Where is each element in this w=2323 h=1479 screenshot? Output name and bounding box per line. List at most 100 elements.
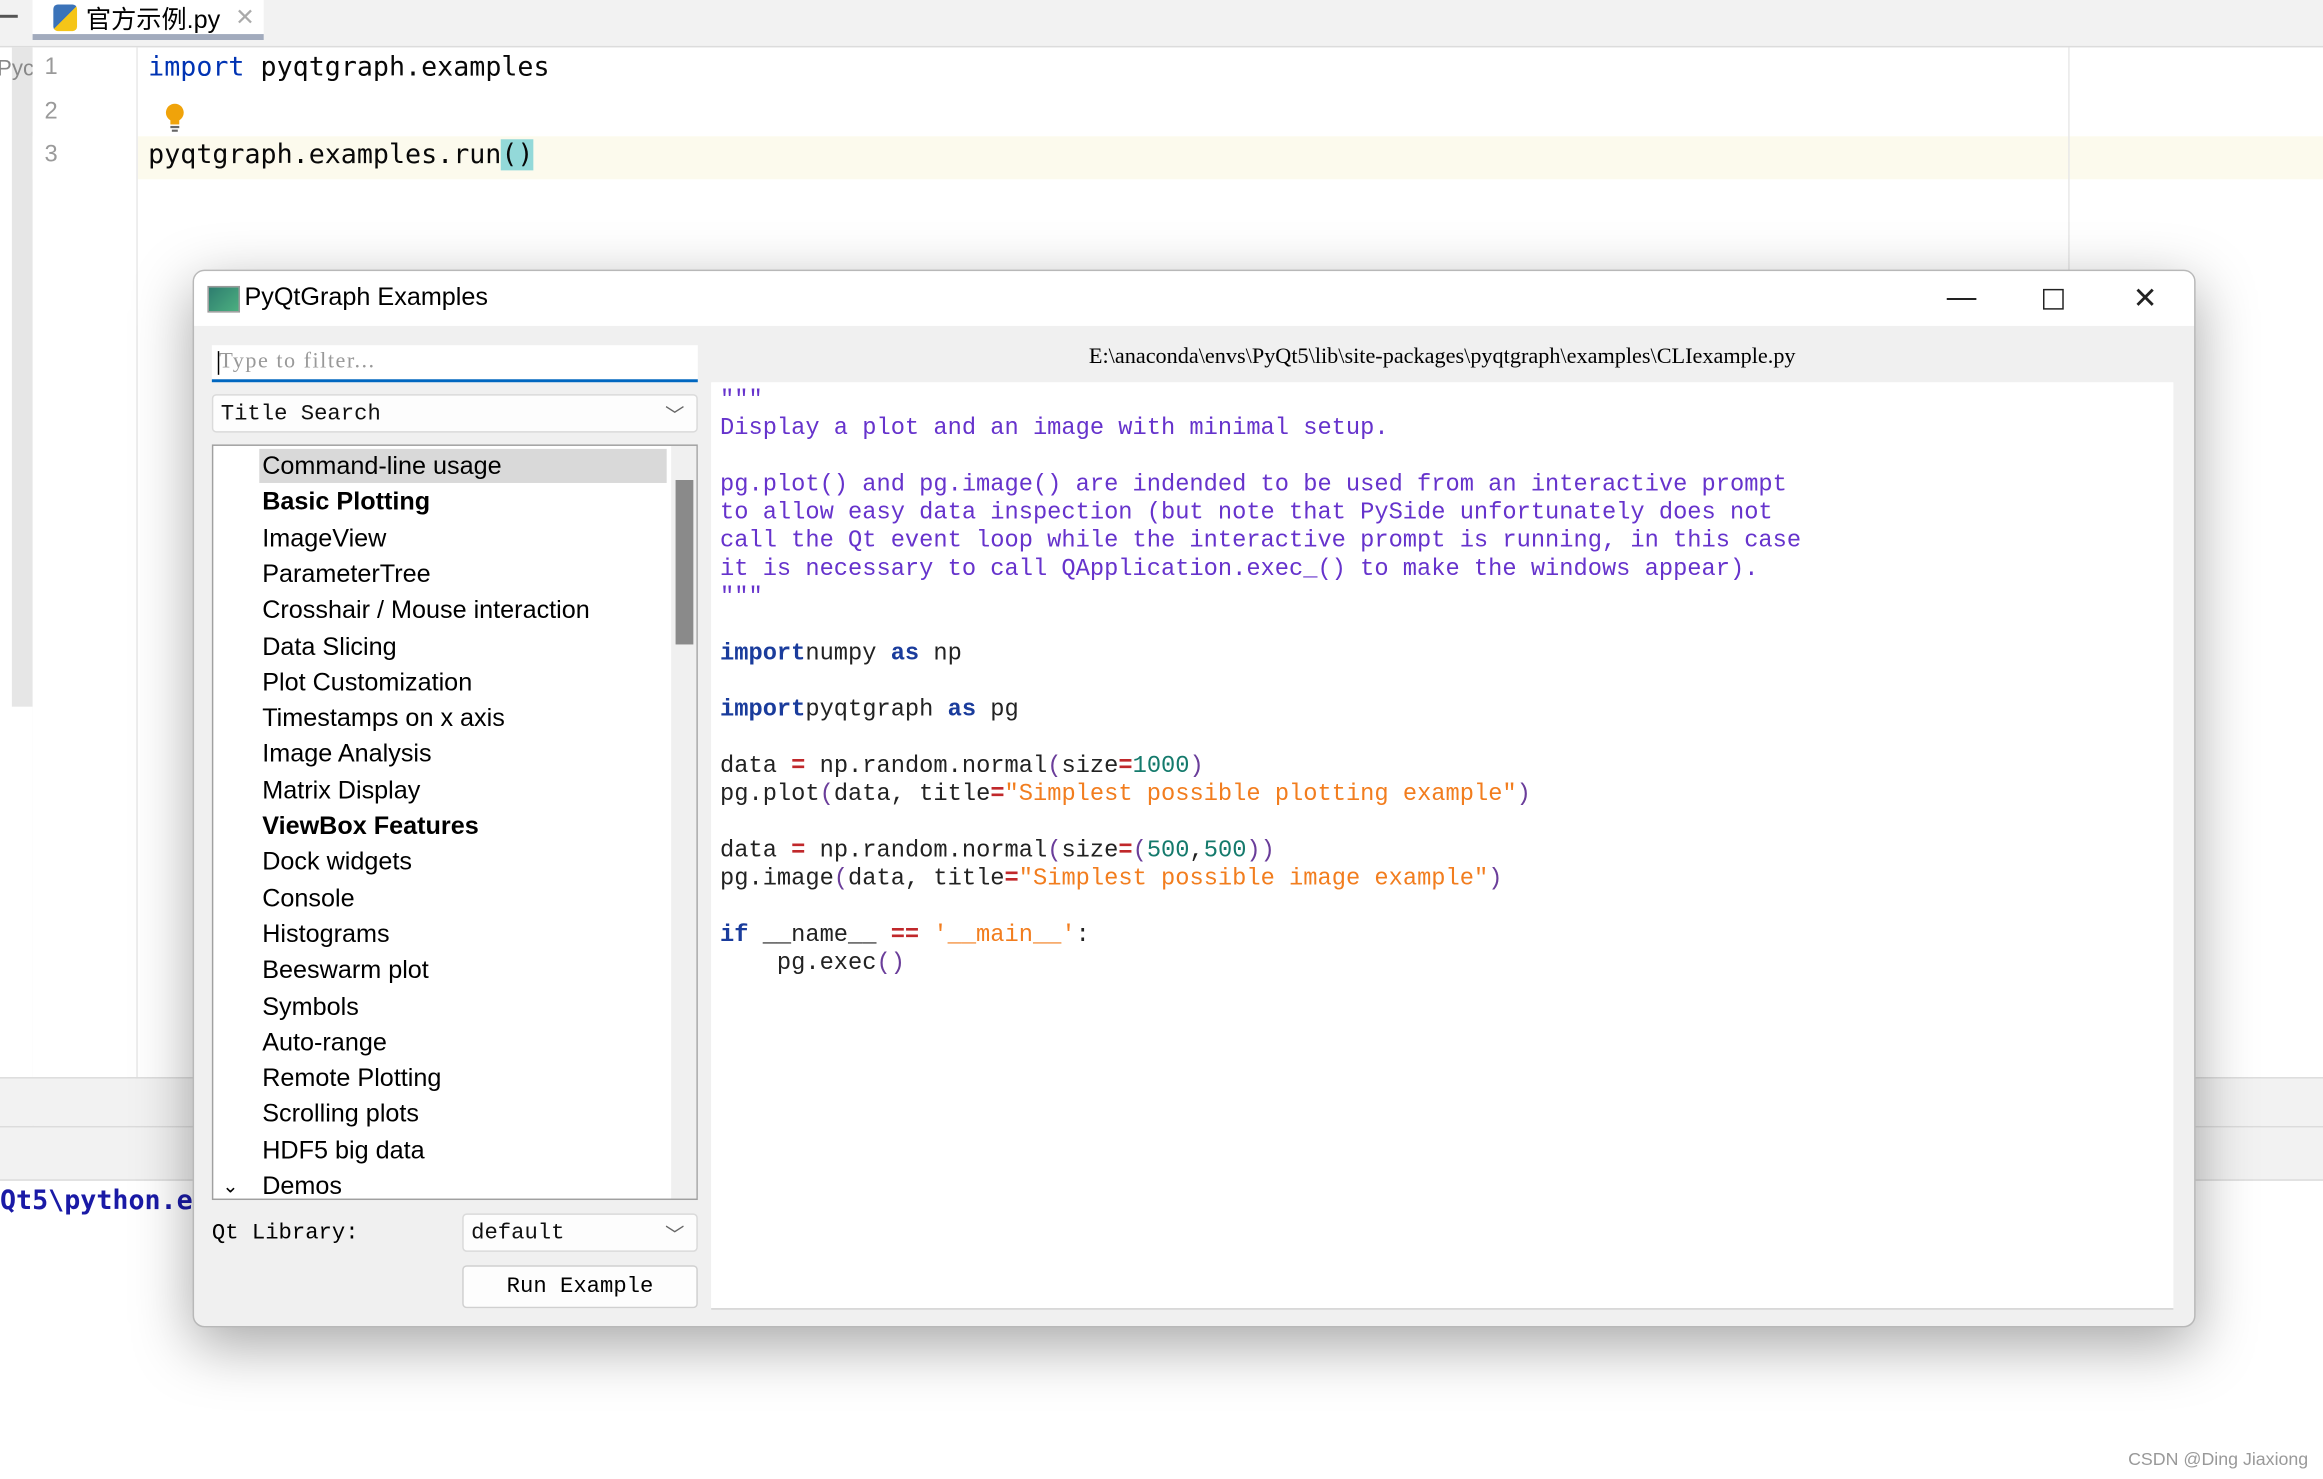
scrollbar-thumb[interactable] [675,480,694,645]
code-token: == [890,921,920,949]
example-item[interactable]: Crosshair / Mouse interaction [259,593,666,627]
example-item[interactable]: Matrix Display [259,773,666,807]
code-token: = [990,780,1005,808]
code-token: import [720,640,806,667]
example-item[interactable]: Data Slicing [259,629,666,663]
example-item-label: Auto-range [262,1027,387,1057]
example-item-label: Histograms [262,919,390,949]
code-line: importpyqtgraph as pg [720,696,1801,724]
example-item[interactable]: Auto-range [259,1025,666,1059]
example-item-label: Plot Customization [262,667,473,697]
code-token: ) [1189,752,1204,780]
scrollbar[interactable] [671,445,697,1199]
example-item-label: Command-line usage [262,451,502,481]
example-item[interactable]: Plot Customization [259,665,666,699]
code-token: np.random.normal [805,837,1048,864]
example-item-label: ParameterTree [262,559,431,588]
example-item[interactable]: Scrolling plots [259,1097,666,1131]
example-item[interactable]: Beeswarm plot [259,953,666,987]
code-token: )) [1246,837,1275,864]
example-item-label: Scrolling plots [262,1099,420,1129]
example-item[interactable]: Symbols [259,989,666,1023]
code-token: pg.plot [720,780,820,808]
lightbulb-icon[interactable] [164,102,185,132]
code-token: = [1004,865,1019,892]
example-item[interactable]: Timestamps on x axis [259,701,666,735]
example-item[interactable]: Basic Plotting [259,485,666,519]
example-item[interactable]: Dock widgets [259,845,666,879]
code-line: importnumpy as np [720,640,1801,668]
code-line: to allow easy data inspection (but note … [720,499,1801,527]
example-item-label: Crosshair / Mouse interaction [262,595,590,624]
matched-parens: () [501,139,534,171]
code-token: ) [1488,865,1503,892]
code-line: """ [720,584,1801,612]
example-item-label: Basic Plotting [262,487,431,517]
title-bar[interactable]: PyQtGraph Examples — ✕ [194,271,2195,326]
filter-placeholder: Type to filter... [219,349,376,374]
code-token: data [720,837,792,864]
code-editor[interactable]: """ Display a plot and an image with mini… [711,382,2174,1310]
example-item-label: ViewBox Features [262,811,479,841]
watermark: CSDN @Ding Jiaxiong [2128,1448,2309,1470]
editor-tab[interactable]: 官方示例.py ✕ [32,0,264,41]
ide-tab-bar [0,0,2323,48]
example-item-label: Dock widgets [262,847,413,877]
maximize-button[interactable] [2007,271,2099,326]
project-panel-edge: Pyc [0,47,34,1126]
code-token: '__main__' [919,921,1076,949]
line-number: 1 [44,54,58,81]
example-item[interactable]: ParameterTree [259,557,666,591]
code-line: data = np.random.normal(size=(500,500)) [720,837,1801,865]
expand-chevron-icon[interactable]: ⌄ [222,1169,238,1199]
code-token: call the Qt event loop while the interac… [720,527,1802,555]
code-line: pg.plot() and pg.image() are indended to… [720,471,1801,499]
editor-line-1[interactable]: import pyqtgraph.examples [148,52,549,83]
example-item-label: Console [262,883,355,913]
code-text: pyqtgraph.examples.run [148,139,502,171]
filter-input[interactable]: Type to filter... [211,345,698,383]
code-token: size [1061,837,1119,864]
code-token: numpy [805,640,891,667]
code-token: __name__ [748,921,891,949]
close-tab-icon[interactable]: ✕ [235,2,255,32]
search-mode-select[interactable]: Title Search ﹀ [211,394,698,433]
screen: 官方示例.py ✕ Pyc 1 2 3 import pyqtgraph.exa… [0,0,2323,1479]
qt-library-label: Qt Library: [211,1220,359,1246]
app-icon [207,285,241,313]
code-token: ) [1516,780,1531,808]
pyqtgraph-examples-window: PyQtGraph Examples — ✕ Type to filter...… [192,269,2196,1328]
examples-tree[interactable]: Command-line usage Basic Plotting ImageVie… [211,444,698,1201]
code-token: = [1118,752,1133,780]
example-item-label: Demos [262,1171,343,1201]
run-example-button[interactable]: Run Example [462,1265,698,1309]
example-item[interactable]: Command-line usage [259,448,667,483]
code-token: , [1189,837,1204,864]
code-token: ( [833,865,849,892]
example-item[interactable]: ImageView [259,521,666,555]
editor-line-3[interactable]: pyqtgraph.examples.run() [148,139,534,171]
example-item[interactable]: ⌄ Demos [222,1169,666,1201]
chevron-down-icon: ﹀ [665,405,685,429]
example-item[interactable]: Remote Plotting [259,1061,666,1095]
line-gutter: 1 2 3 [32,47,138,1078]
example-item[interactable]: Image Analysis [259,737,666,771]
minimize-panel-icon[interactable] [0,14,18,18]
minimize-button[interactable]: — [1916,271,2008,326]
code-token: as [890,640,920,667]
example-item[interactable]: Console [259,881,666,915]
qt-library-select[interactable]: default ﹀ [462,1213,698,1252]
code-token: 500 [1146,837,1190,864]
code-token: size [1061,752,1119,780]
example-item-label: Data Slicing [262,631,397,661]
code-token: pg.image [720,865,834,892]
example-item[interactable]: ViewBox Features [259,809,666,843]
example-item[interactable]: Histograms [259,917,666,951]
close-button[interactable]: ✕ [2099,271,2191,326]
example-item[interactable]: HDF5 big data [259,1133,666,1167]
